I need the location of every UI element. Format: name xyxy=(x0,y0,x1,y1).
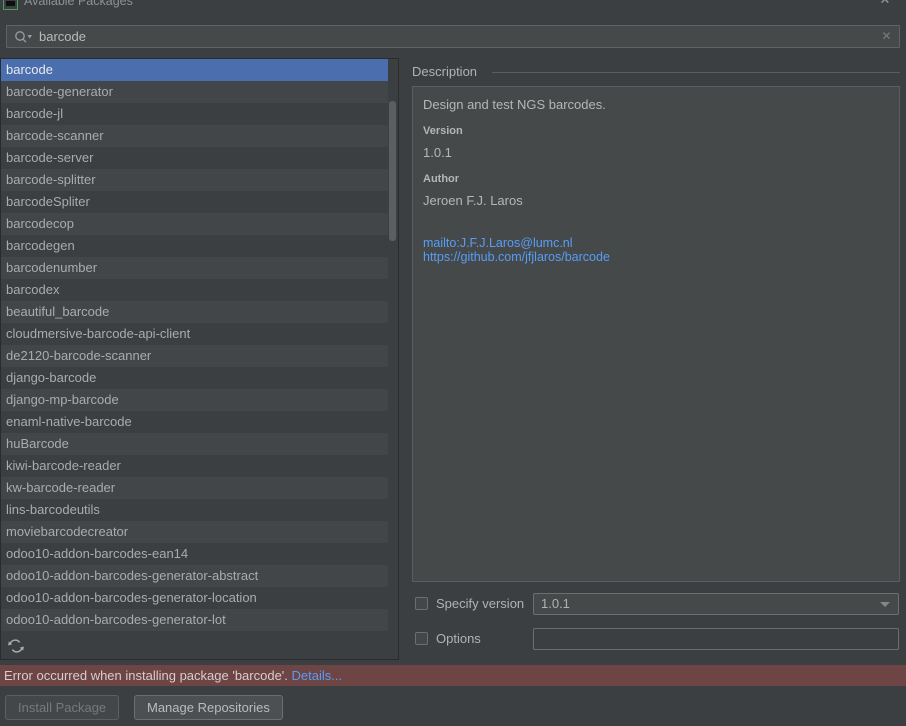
version-label: Version xyxy=(423,125,463,137)
list-item[interactable]: cloudmersive-barcode-api-client xyxy=(1,323,398,345)
version-select[interactable]: 1.0.1 xyxy=(533,593,899,615)
options-label: Options xyxy=(436,631,481,646)
search-bar[interactable]: ✕ xyxy=(6,25,900,48)
options-checkbox[interactable] xyxy=(415,632,428,645)
description-link[interactable]: mailto:J.F.J.Laros@lumc.nl xyxy=(423,236,887,250)
list-item[interactable]: barcode-scanner xyxy=(1,125,398,147)
search-icon[interactable] xyxy=(14,30,34,44)
search-input[interactable] xyxy=(39,26,859,47)
window-title: Available Packages xyxy=(24,0,133,8)
list-item[interactable]: beautiful_barcode xyxy=(1,301,398,323)
list-item[interactable]: barcodex xyxy=(1,279,398,301)
specify-version-row: Specify version 1.0.1 xyxy=(412,593,900,617)
package-window-icon xyxy=(3,0,18,10)
list-item[interactable]: django-mp-barcode xyxy=(1,389,398,411)
specify-version-checkbox[interactable] xyxy=(415,597,428,610)
list-item[interactable]: barcode-generator xyxy=(1,81,398,103)
list-item[interactable]: barcodegen xyxy=(1,235,398,257)
error-status-bar: Error occurred when installing package '… xyxy=(0,665,906,686)
manage-repositories-button[interactable]: Manage Repositories xyxy=(134,695,283,720)
list-item[interactable]: lins-barcodeutils xyxy=(1,499,398,521)
description-header: Description xyxy=(412,64,900,80)
list-item[interactable]: kiwi-barcode-reader xyxy=(1,455,398,477)
list-item[interactable]: de2120-barcode-scanner xyxy=(1,345,398,367)
list-item[interactable]: kw-barcode-reader xyxy=(1,477,398,499)
package-list-rows: barcode barcode-generator barcode-jl barcod… xyxy=(1,59,398,631)
list-item[interactable]: huBarcode xyxy=(1,433,398,455)
available-packages-dialog: Available Packages ✕ ✕ barcodebarcode-ge… xyxy=(0,0,906,726)
description-links: mailto:J.F.J.Laros@lumc.nl https://github… xyxy=(423,236,887,264)
list-item[interactable]: barcodecop xyxy=(1,213,398,235)
refresh-icon[interactable] xyxy=(6,636,26,656)
list-item[interactable]: barcode-splitter xyxy=(1,169,398,191)
package-list[interactable]: barcode barcode-generator barcode-jl barcod… xyxy=(0,58,399,633)
options-row: Options xyxy=(412,628,900,652)
description-panel: Design and test NGS barcodes. Version 1.… xyxy=(412,86,900,582)
window-titlebar: Available Packages ✕ xyxy=(0,0,906,18)
list-item[interactable]: barcode-server xyxy=(1,147,398,169)
install-package-button[interactable]: Install Package xyxy=(5,695,120,720)
list-item[interactable]: odoo10-addon-barcodes-generator-location xyxy=(1,587,398,609)
author-label: Author xyxy=(423,173,460,185)
list-item[interactable]: odoo10-addon-barcodes-generator-lot xyxy=(1,609,398,631)
list-item[interactable]: django-barcode xyxy=(1,367,398,389)
list-item[interactable]: odoo10-addon-barcodes-generator-abstract xyxy=(1,565,398,587)
list-item[interactable]: barcodenumber xyxy=(1,257,398,279)
package-list-scrollbar[interactable] xyxy=(388,59,398,632)
package-list-toolbar xyxy=(0,632,399,660)
scrollbar-thumb[interactable] xyxy=(389,101,396,241)
description-title: Description xyxy=(412,64,484,79)
list-item[interactable]: barcodeSpliter xyxy=(1,191,398,213)
author-value: Jeroen F.J. Laros xyxy=(423,193,523,208)
list-item[interactable]: barcode-jl xyxy=(1,103,398,125)
header-divider xyxy=(492,72,900,73)
chevron-down-icon xyxy=(880,602,890,607)
options-input[interactable] xyxy=(533,628,899,650)
specify-version-label: Specify version xyxy=(436,596,525,611)
error-details-link[interactable]: Details... xyxy=(292,668,343,683)
version-value: 1.0.1 xyxy=(423,145,452,160)
list-item[interactable]: barcode xyxy=(1,59,398,81)
close-icon[interactable]: ✕ xyxy=(878,0,892,7)
list-item[interactable]: moviebarcodecreator xyxy=(1,521,398,543)
list-item[interactable]: odoo10-addon-barcodes-ean14 xyxy=(1,543,398,565)
version-select-value: 1.0.1 xyxy=(541,596,570,611)
package-summary: Design and test NGS barcodes. xyxy=(423,97,606,112)
error-message: Error occurred when installing package '… xyxy=(4,667,342,684)
list-item[interactable]: enaml-native-barcode xyxy=(1,411,398,433)
clear-search-icon[interactable]: ✕ xyxy=(879,29,894,44)
description-link[interactable]: https://github.com/jfjlaros/barcode xyxy=(423,250,887,264)
error-message-text: Error occurred when installing package '… xyxy=(4,668,288,683)
